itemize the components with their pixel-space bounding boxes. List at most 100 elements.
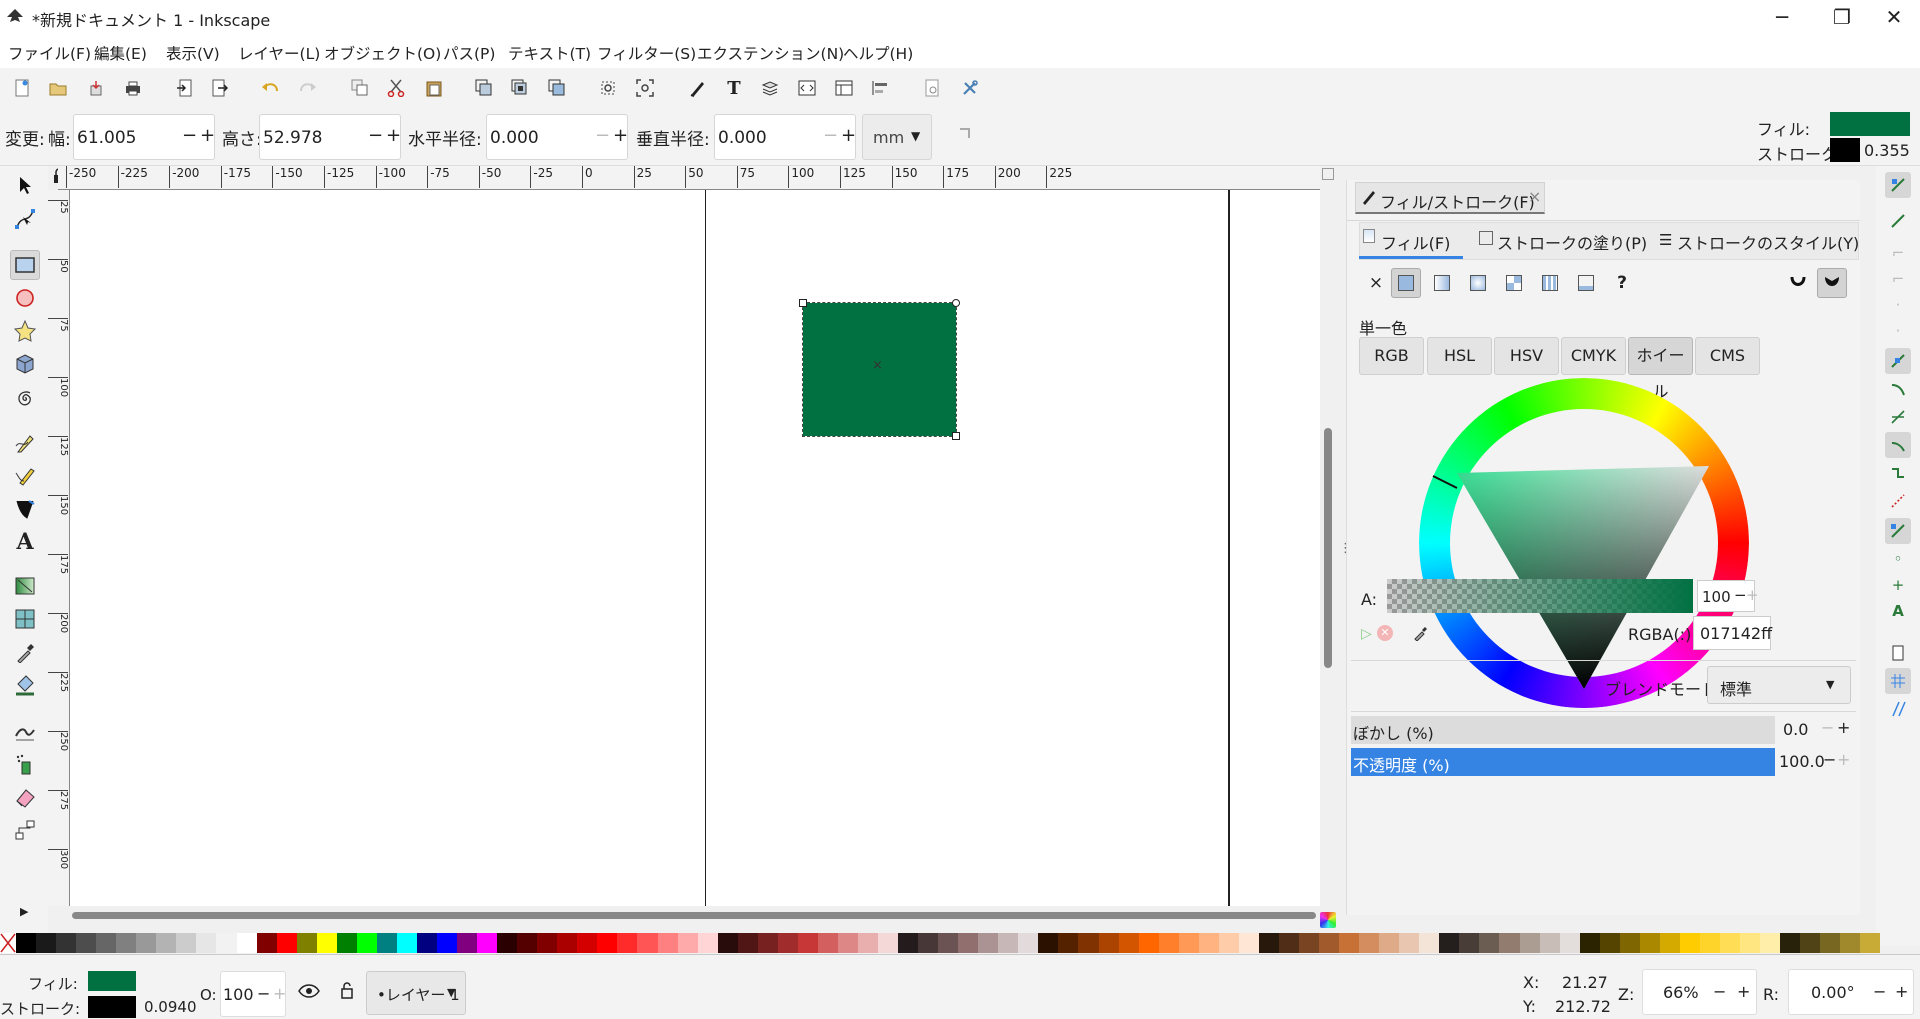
snap-midpoint-icon[interactable]: [1885, 488, 1911, 514]
height-spinbox[interactable]: 52.978 − +: [259, 114, 401, 160]
snap-others-icon[interactable]: [1885, 518, 1911, 544]
flat-color-icon[interactable]: [1391, 268, 1421, 298]
pencil-icon[interactable]: [10, 461, 40, 491]
export-icon[interactable]: [208, 77, 232, 99]
preferences-icon[interactable]: [958, 77, 982, 99]
palette-swatch[interactable]: [1519, 933, 1540, 953]
palette-swatch[interactable]: [1038, 933, 1059, 953]
snap-page-icon[interactable]: [1885, 640, 1911, 666]
palette-swatch[interactable]: [817, 933, 838, 953]
layers-icon[interactable]: [758, 77, 782, 99]
palette-swatch[interactable]: [156, 933, 177, 953]
eraser-icon[interactable]: [10, 782, 40, 812]
palette-swatch[interactable]: [517, 933, 538, 953]
objects-icon[interactable]: [868, 77, 892, 99]
alpha-decrement[interactable]: −: [1734, 586, 1747, 604]
height-increment[interactable]: +: [386, 125, 401, 146]
status-opacity-value[interactable]: 100: [223, 985, 254, 1004]
palette-swatch[interactable]: [657, 933, 678, 953]
palette-swatch[interactable]: [236, 933, 257, 953]
palette-swatch[interactable]: [1178, 933, 1199, 953]
layer-visibility-icon[interactable]: [298, 983, 320, 1003]
palette-swatch[interactable]: [1339, 933, 1360, 953]
fill-rule-nonzero-icon[interactable]: [1817, 268, 1847, 298]
palette-swatch[interactable]: [1459, 933, 1480, 953]
palette-swatch[interactable]: [296, 933, 317, 953]
rotate-value[interactable]: 0.00°: [1811, 983, 1855, 1002]
document-props-icon[interactable]: [920, 77, 944, 99]
height-decrement[interactable]: −: [368, 125, 383, 146]
snap-bbox-mid-icon[interactable]: ·: [1885, 292, 1911, 318]
palette-swatch[interactable]: [1078, 933, 1099, 953]
maximize-button[interactable]: ❐: [1812, 0, 1872, 34]
layer-lock-icon[interactable]: [340, 981, 354, 1003]
palette-swatch[interactable]: [958, 933, 979, 953]
palette-swatch[interactable]: [497, 933, 518, 953]
palette-swatch[interactable]: [898, 933, 919, 953]
palette-swatch[interactable]: [1760, 933, 1781, 953]
align-icon[interactable]: [832, 77, 856, 99]
palette-swatch[interactable]: [998, 933, 1019, 953]
vertical-scroll-thumb[interactable]: [1324, 428, 1332, 668]
blend-mode-dropdown[interactable]: 標準 ▼: [1707, 666, 1851, 704]
minimize-button[interactable]: ─: [1752, 0, 1812, 34]
fill-indicator-swatch[interactable]: [1830, 112, 1910, 136]
palette-swatch[interactable]: [1539, 933, 1560, 953]
paint-unknown-icon[interactable]: ?: [1607, 268, 1637, 298]
zoom-corner-icon[interactable]: [1322, 168, 1334, 180]
layer-dropdown[interactable]: •レイヤー 1 ▼: [366, 971, 466, 1015]
width-decrement[interactable]: −: [182, 125, 197, 146]
snap-nodes-icon[interactable]: [1885, 348, 1911, 374]
rotate-increment[interactable]: +: [1895, 982, 1908, 1001]
rotate-spinbox[interactable]: 0.00° − +: [1788, 969, 1914, 1015]
palette-swatch[interactable]: [717, 933, 738, 953]
canvas[interactable]: ×: [70, 190, 1320, 906]
height-value[interactable]: 52.978: [263, 128, 322, 148]
menu-edit[interactable]: 編集(E): [94, 42, 147, 64]
menu-filters[interactable]: フィルター(S): [597, 42, 696, 64]
palette-swatch[interactable]: [376, 933, 397, 953]
palette-swatch[interactable]: [1138, 933, 1159, 953]
palette-swatch[interactable]: [1118, 933, 1139, 953]
blend-mode-value[interactable]: 標準: [1720, 676, 1752, 700]
palette-swatch[interactable]: [1639, 933, 1660, 953]
palette-swatch[interactable]: [737, 933, 758, 953]
palette-swatch[interactable]: [1619, 933, 1640, 953]
mode-cms[interactable]: CMS: [1695, 337, 1760, 375]
menu-text[interactable]: テキスト(T): [508, 42, 591, 64]
status-stroke-width[interactable]: 0.0940: [144, 998, 197, 1016]
palette-swatch[interactable]: [457, 933, 478, 953]
palette-swatch[interactable]: [356, 933, 377, 953]
connector-icon[interactable]: [10, 815, 40, 845]
palette-swatch[interactable]: [1820, 933, 1841, 953]
node-icon[interactable]: [10, 204, 40, 234]
spiral-icon[interactable]: [10, 383, 40, 413]
tab-stroke-style[interactable]: ストロークのスタイル(Y): [1677, 230, 1859, 254]
snap-grid-icon[interactable]: [1885, 668, 1911, 694]
palette-swatch[interactable]: [1218, 933, 1239, 953]
palette-swatch[interactable]: [1278, 933, 1299, 953]
palette-swatch[interactable]: [637, 933, 658, 953]
radial-gradient-icon[interactable]: [1463, 268, 1493, 298]
palette-swatch[interactable]: [1098, 933, 1119, 953]
xml-icon[interactable]: [795, 77, 819, 99]
paste-icon[interactable]: [422, 77, 446, 99]
palette-swatch[interactable]: [416, 933, 437, 953]
palette-swatch[interactable]: [1319, 933, 1340, 953]
zoom-spinbox[interactable]: 66% − +: [1642, 969, 1757, 1015]
snap-text-baseline-icon[interactable]: A: [1885, 598, 1911, 624]
menu-object[interactable]: オブジェクト(O): [324, 42, 441, 64]
palette-swatch[interactable]: [757, 933, 778, 953]
palette-swatch[interactable]: [1058, 933, 1079, 953]
zoom-value[interactable]: 66%: [1663, 983, 1699, 1002]
ungroup-icon[interactable]: [508, 77, 532, 99]
palette-swatch[interactable]: [1359, 933, 1380, 953]
mode-cmyk[interactable]: CMYK: [1561, 337, 1626, 375]
fill-rule-evenodd-icon[interactable]: [1783, 268, 1813, 298]
palette-swatch[interactable]: [396, 933, 417, 953]
palette-swatch[interactable]: [918, 933, 939, 953]
mode-hsv[interactable]: HSV: [1494, 337, 1559, 375]
palette-swatch[interactable]: [477, 933, 498, 953]
alpha-value[interactable]: 100: [1702, 588, 1731, 606]
unit-dropdown[interactable]: mm ▼: [862, 114, 932, 160]
